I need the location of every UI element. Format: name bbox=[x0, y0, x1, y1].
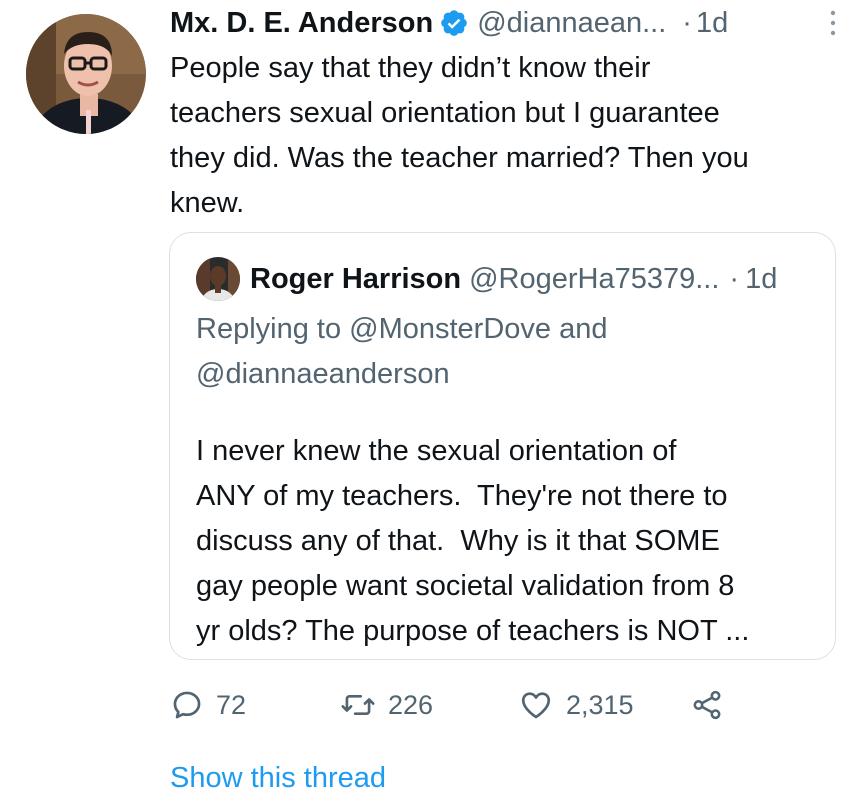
heart-icon bbox=[521, 692, 551, 719]
quoted-tweet-header: Roger Harrison @RogerHa75379... · 1d bbox=[196, 257, 821, 301]
reply-count: 72 bbox=[216, 689, 247, 720]
like-button[interactable]: 2,315 bbox=[518, 682, 634, 728]
author-avatar[interactable] bbox=[26, 14, 146, 134]
tweet-timestamp[interactable]: 1d bbox=[696, 7, 728, 40]
replying-to-line-1: Replying to @MonsterDove and bbox=[196, 313, 608, 345]
quoted-tweet-card[interactable]: Roger Harrison @RogerHa75379... · 1d Rep… bbox=[169, 232, 836, 660]
like-count: 2,315 bbox=[566, 689, 634, 720]
share-button[interactable] bbox=[690, 682, 724, 728]
retweet-button[interactable]: 226 bbox=[340, 682, 433, 728]
quoted-tweet-text: I never knew the sexual orientation of A… bbox=[196, 435, 750, 647]
more-vertical-icon[interactable] bbox=[824, 8, 842, 38]
replying-to-text: Replying to @MonsterDove and @diannaeand… bbox=[196, 307, 796, 397]
tweet-text: People say that they didn’t know their t… bbox=[170, 52, 749, 219]
quoted-header-separator: · bbox=[729, 262, 740, 295]
tweet-action-bar: 72 226 2,315 bbox=[170, 682, 770, 728]
quoted-author-avatar bbox=[196, 257, 240, 301]
verified-badge-icon bbox=[441, 10, 467, 36]
tweet-header: Mx. D. E. Anderson @diannaean... · 1d bbox=[170, 3, 850, 43]
share-icon bbox=[693, 690, 721, 720]
retweet-icon bbox=[341, 694, 375, 716]
show-thread-link[interactable]: Show this thread bbox=[170, 756, 386, 800]
reply-icon bbox=[173, 691, 201, 719]
quoted-tweet-timestamp[interactable]: 1d bbox=[745, 263, 777, 296]
header-separator: · bbox=[682, 6, 692, 39]
replying-to-line-2: @diannaeanderson bbox=[196, 358, 450, 390]
retweet-count: 226 bbox=[388, 689, 434, 720]
author-avatar-image bbox=[26, 14, 146, 134]
author-handle[interactable]: @diannaean... bbox=[477, 7, 666, 40]
quoted-author-handle[interactable]: @RogerHa75379... bbox=[469, 263, 719, 296]
reply-button[interactable]: 72 bbox=[170, 682, 246, 728]
quoted-author-display-name[interactable]: Roger Harrison bbox=[250, 263, 461, 296]
quoted-author-avatar-image bbox=[196, 257, 240, 301]
author-display-name[interactable]: Mx. D. E. Anderson bbox=[170, 7, 433, 40]
